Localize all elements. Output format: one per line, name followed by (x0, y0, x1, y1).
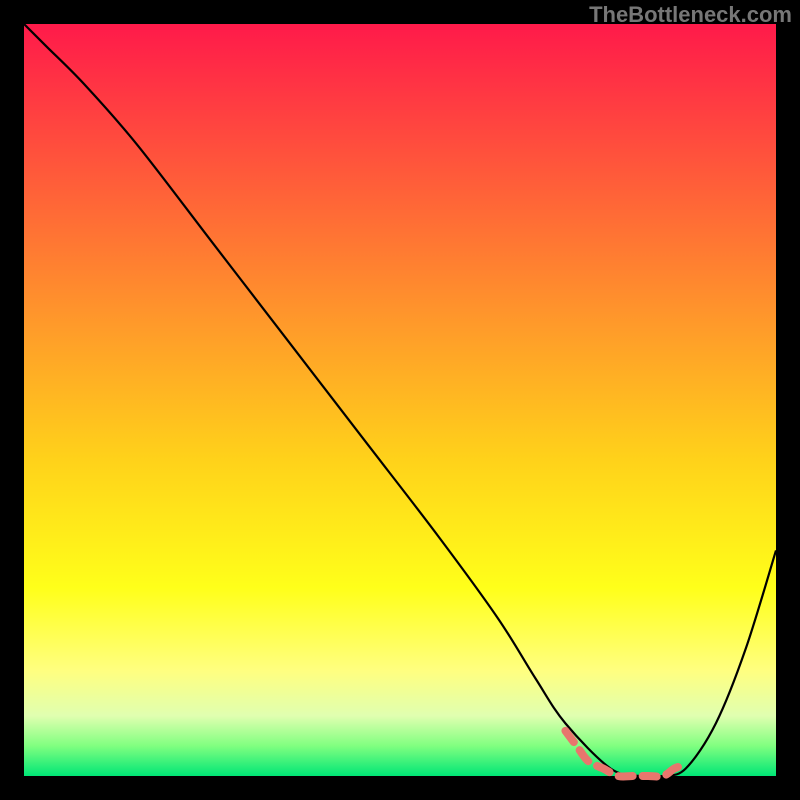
optimal-range-highlight (565, 731, 685, 777)
chart-container: TheBottleneck.com (0, 0, 800, 800)
bottleneck-curve (24, 24, 776, 777)
plot-area (24, 24, 776, 776)
chart-lines (24, 24, 776, 776)
attribution-text: TheBottleneck.com (589, 2, 792, 28)
